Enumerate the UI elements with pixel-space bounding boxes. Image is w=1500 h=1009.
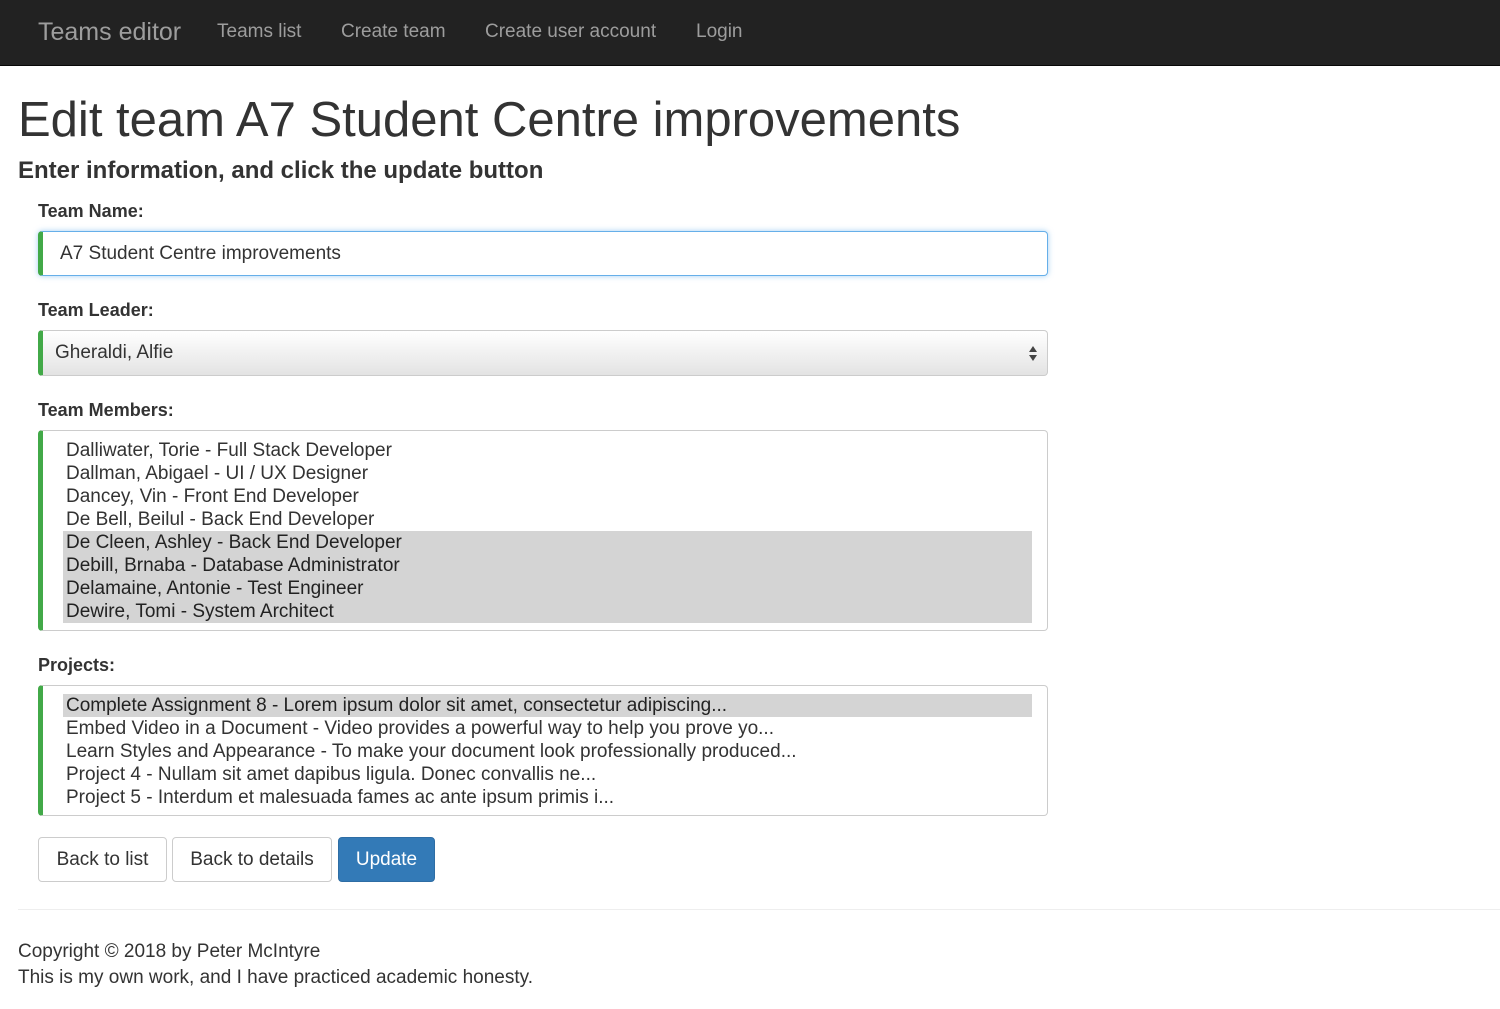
nav-login[interactable]: Login — [696, 20, 743, 44]
project-option[interactable]: Project 4 - Nullam sit amet dapibus ligu… — [63, 763, 1032, 786]
project-option[interactable]: Project 5 - Interdum et malesuada fames … — [63, 786, 1032, 809]
projects-listbox[interactable]: Complete Assignment 8 - Lorem ipsum dolo… — [38, 685, 1048, 816]
team-leader-selected-value: Gheraldi, Alfie — [55, 342, 174, 363]
top-navbar: Teams editor Teams list Create team Crea… — [0, 0, 1500, 66]
update-button[interactable]: Update — [338, 837, 435, 882]
footer-honesty: This is my own work, and I have practice… — [18, 967, 533, 988]
team-name-input[interactable]: A7 Student Centre improvements — [38, 231, 1048, 276]
page-title: Edit team A7 Student Centre improvements — [18, 93, 961, 147]
team-leader-select[interactable]: Gheraldi, Alfie — [38, 330, 1048, 376]
project-option[interactable]: Complete Assignment 8 - Lorem ipsum dolo… — [63, 694, 1032, 717]
project-option[interactable]: Learn Styles and Appearance - To make yo… — [63, 740, 1032, 763]
team-leader-label: Team Leader: — [38, 300, 154, 320]
page-subtitle: Enter information, and click the update … — [18, 157, 544, 184]
project-option[interactable]: Embed Video in a Document - Video provid… — [63, 717, 1032, 740]
back-to-list-button[interactable]: Back to list — [38, 837, 167, 882]
member-option[interactable]: De Bell, Beilul - Back End Developer — [63, 508, 1032, 531]
member-option[interactable]: Delamaine, Antonie - Test Engineer — [63, 577, 1032, 600]
select-arrows-icon — [1029, 343, 1039, 363]
member-option[interactable]: Dancey, Vin - Front End Developer — [63, 485, 1032, 508]
projects-label: Projects: — [38, 655, 116, 675]
team-members-listbox[interactable]: Dalliwater, Torie - Full Stack Developer… — [38, 430, 1048, 631]
team-members-label: Team Members: — [38, 400, 174, 420]
back-to-details-button[interactable]: Back to details — [172, 837, 332, 882]
nav-create-team[interactable]: Create team — [341, 20, 446, 44]
member-option[interactable]: Dewire, Tomi - System Architect — [63, 600, 1032, 623]
brand-link[interactable]: Teams editor — [38, 17, 181, 47]
footer-copyright: Copyright © 2018 by Peter McIntyre — [18, 941, 321, 962]
member-option[interactable]: Dallman, Abigael - UI / UX Designer — [63, 462, 1032, 485]
nav-teams-list[interactable]: Teams list — [217, 20, 301, 44]
member-option[interactable]: Dalliwater, Torie - Full Stack Developer — [63, 439, 1032, 462]
member-option[interactable]: Debill, Brnaba - Database Administrator — [63, 554, 1032, 577]
member-option[interactable]: De Cleen, Ashley - Back End Developer — [63, 531, 1032, 554]
footer-divider — [18, 909, 1500, 910]
nav-create-user-account[interactable]: Create user account — [485, 20, 656, 44]
team-name-label: Team Name: — [38, 201, 144, 221]
